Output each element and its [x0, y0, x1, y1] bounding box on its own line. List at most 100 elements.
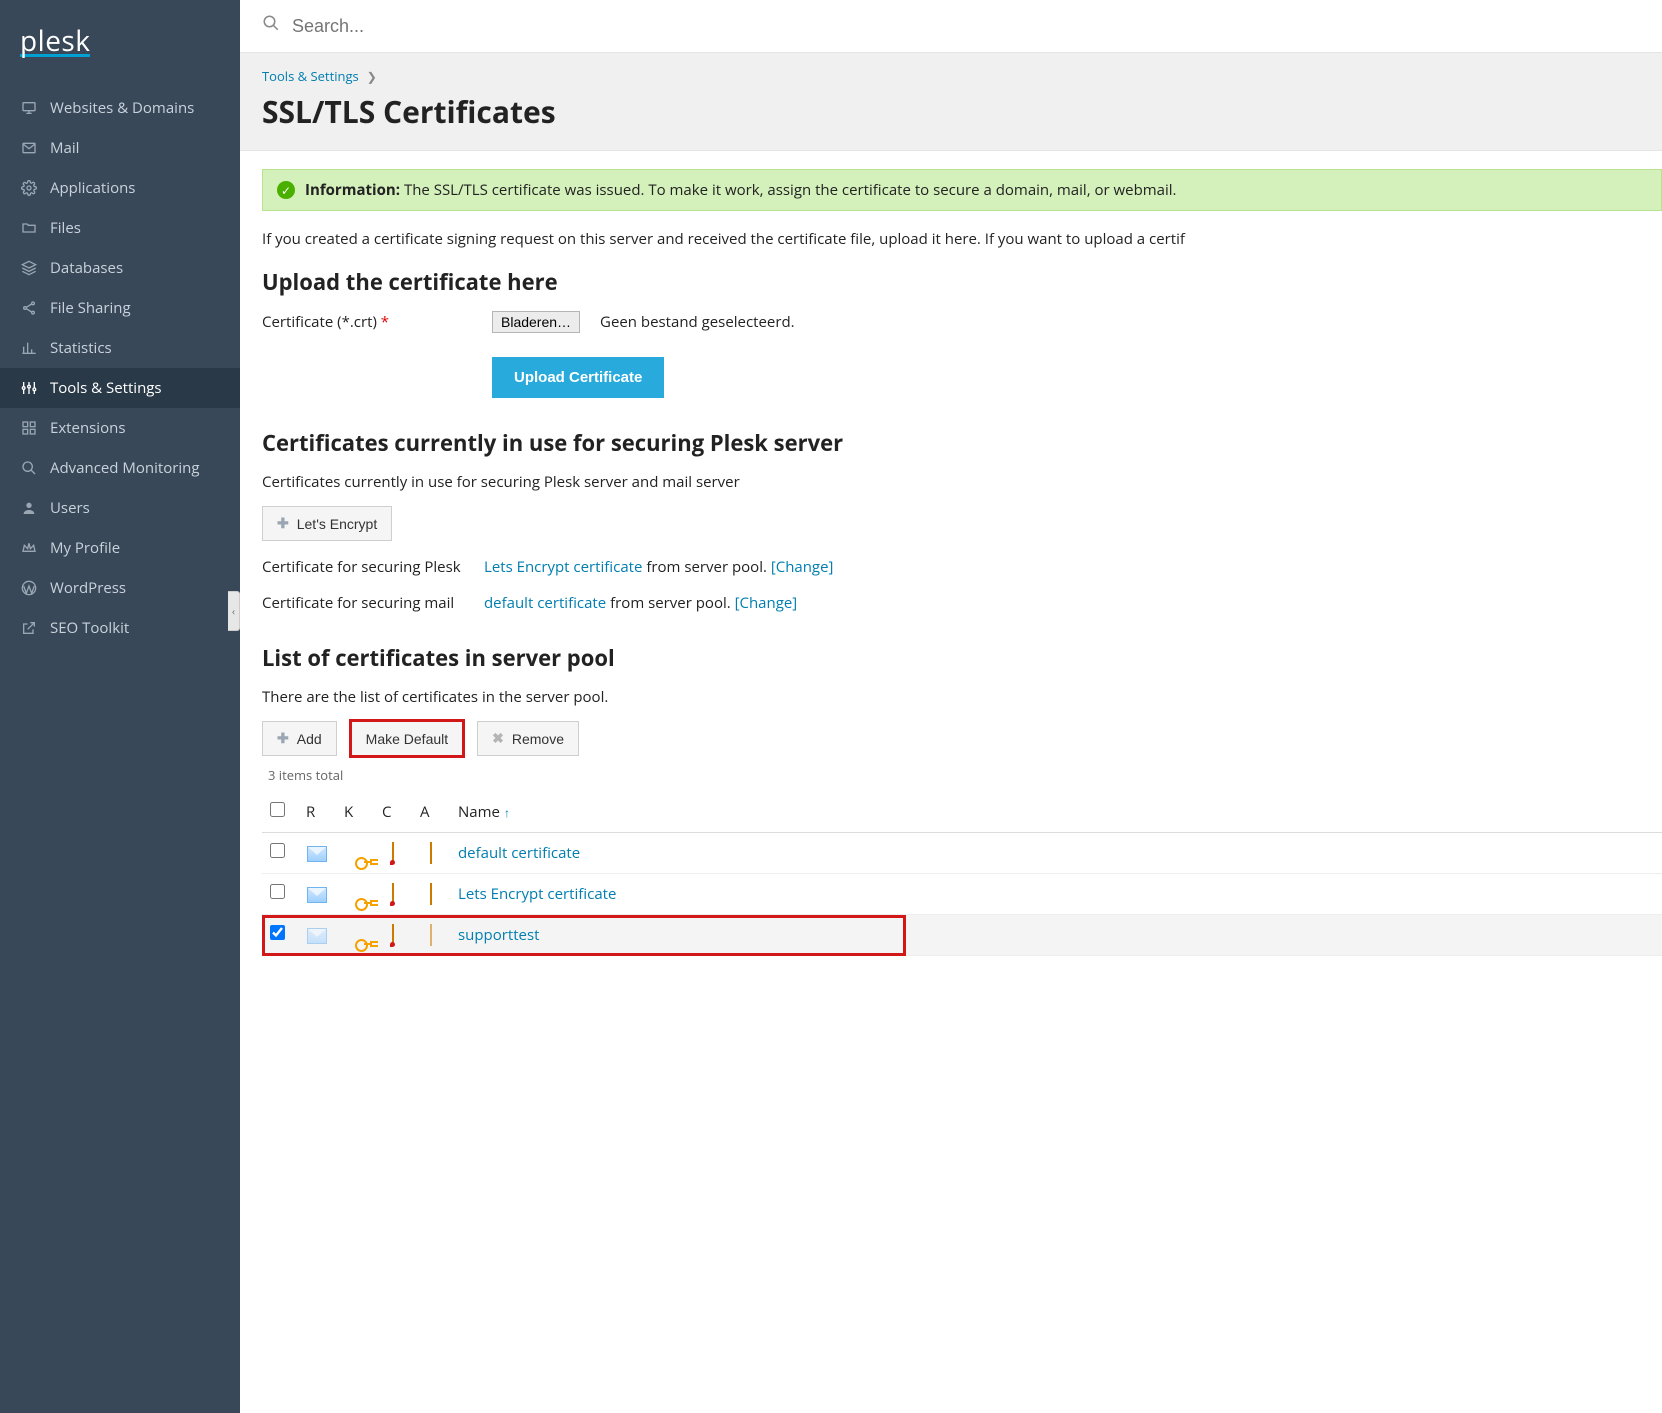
breadcrumb: Tools & Settings ❯: [262, 67, 1640, 85]
sidebar-item-statistics[interactable]: Statistics: [0, 328, 240, 368]
in-use-suffix: from server pool.: [610, 593, 731, 613]
change-link[interactable]: [Change]: [735, 593, 798, 613]
cert-link[interactable]: Lets Encrypt certificate: [484, 557, 642, 577]
sidebar-collapse-handle[interactable]: ‹: [228, 591, 240, 631]
search-bar: [240, 0, 1662, 53]
sidebar-item-mail[interactable]: Mail: [0, 128, 240, 168]
sidebar-item-wordpress[interactable]: WordPress: [0, 568, 240, 608]
x-icon: ✖: [492, 730, 504, 747]
chart-icon: [20, 339, 38, 357]
share-icon: [20, 299, 38, 317]
plus-icon: ✚: [277, 730, 289, 747]
certificate-plain-icon: [430, 924, 432, 946]
sidebar-item-applications[interactable]: Applications: [0, 168, 240, 208]
col-r[interactable]: R: [298, 792, 336, 833]
cert-name-link[interactable]: supporttest: [458, 925, 539, 945]
sidebar-item-advanced-monitoring[interactable]: Advanced Monitoring: [0, 448, 240, 488]
certificate-plain-icon: [430, 842, 432, 864]
magnify-icon: [20, 459, 38, 477]
sidebar-item-users[interactable]: Users: [0, 488, 240, 528]
envelope-icon: [307, 887, 327, 903]
row-checkbox[interactable]: [270, 884, 285, 899]
sidebar-item-label: WordPress: [50, 578, 126, 598]
sort-asc-icon: ↑: [504, 804, 510, 821]
upload-heading: Upload the certificate here: [262, 267, 1662, 297]
info-alert: ✓ Information: The SSL/TLS certificate w…: [262, 169, 1662, 211]
grid-icon: [20, 419, 38, 437]
certificate-icon: [392, 883, 394, 905]
certificate-plain-icon: [430, 883, 432, 905]
logo: plesk: [0, 0, 240, 88]
in-use-heading: Certificates currently in use for securi…: [262, 428, 1662, 458]
sidebar-item-my-profile[interactable]: My Profile: [0, 528, 240, 568]
row-checkbox[interactable]: [270, 925, 285, 940]
sidebar-item-label: Databases: [50, 258, 123, 278]
table-row: default certificate: [262, 833, 1662, 874]
sliders-icon: [20, 379, 38, 397]
upload-certificate-button[interactable]: Upload Certificate: [492, 357, 664, 398]
in-use-suffix: from server pool.: [646, 557, 767, 577]
col-k[interactable]: K: [336, 792, 374, 833]
external-icon: [20, 619, 38, 637]
stack-icon: [20, 259, 38, 277]
search-icon: [262, 14, 280, 38]
remove-button[interactable]: ✖ Remove: [477, 721, 579, 756]
sidebar-item-label: Advanced Monitoring: [50, 458, 200, 478]
sidebar-item-tools-settings[interactable]: Tools & Settings: [0, 368, 240, 408]
wp-icon: [20, 579, 38, 597]
check-circle-icon: ✓: [277, 181, 295, 199]
sidebar-item-label: Mail: [50, 138, 79, 158]
select-all-checkbox[interactable]: [270, 802, 285, 817]
mail-icon: [20, 139, 38, 157]
page-title: SSL/TLS Certificates: [262, 91, 1640, 132]
sidebar-item-label: Statistics: [50, 338, 112, 358]
sidebar-item-label: SEO Toolkit: [50, 618, 129, 638]
content: ‹ ✓ Information: The SSL/TLS certificate…: [240, 151, 1662, 986]
gear-icon: [20, 179, 38, 197]
envelope-icon: [307, 846, 327, 862]
plus-icon: ✚: [277, 515, 289, 532]
cert-table: R K C A Name↑ default certificate Lets En…: [262, 792, 1662, 956]
sidebar-item-label: My Profile: [50, 538, 120, 558]
sidebar-item-seo-toolkit[interactable]: SEO Toolkit: [0, 608, 240, 648]
sidebar-item-extensions[interactable]: Extensions: [0, 408, 240, 448]
add-button[interactable]: ✚ Add: [262, 721, 337, 756]
change-link[interactable]: [Change]: [771, 557, 834, 577]
make-default-button[interactable]: Make Default: [351, 721, 463, 756]
envelope-icon: [307, 928, 327, 944]
row-checkbox[interactable]: [270, 843, 285, 858]
alert-prefix: Information:: [305, 180, 400, 200]
lets-encrypt-button[interactable]: ✚ Let's Encrypt: [262, 506, 392, 541]
certificate-icon: [392, 842, 394, 864]
sidebar-item-label: File Sharing: [50, 298, 131, 318]
cert-name-link[interactable]: default certificate: [458, 843, 580, 863]
cert-name-link[interactable]: Lets Encrypt certificate: [458, 884, 616, 904]
in-use-label: Certificate for securing Plesk: [262, 557, 472, 577]
col-c[interactable]: C: [374, 792, 412, 833]
search-input[interactable]: [292, 16, 1640, 37]
sidebar-item-files[interactable]: Files: [0, 208, 240, 248]
cert-link[interactable]: default certificate: [484, 593, 606, 613]
sidebar-item-label: Websites & Domains: [50, 98, 194, 118]
breadcrumb-parent[interactable]: Tools & Settings: [262, 67, 359, 85]
folder-icon: [20, 219, 38, 237]
user-icon: [20, 499, 38, 517]
intro-text: If you created a certificate signing req…: [262, 229, 1662, 249]
sidebar-item-file-sharing[interactable]: File Sharing: [0, 288, 240, 328]
in-use-sub: Certificates currently in use for securi…: [262, 472, 1662, 492]
browse-button[interactable]: Bladeren…: [492, 311, 580, 333]
pool-toolbar: ✚ Add Make Default ✖ Remove: [262, 721, 1662, 756]
col-name[interactable]: Name↑: [450, 792, 1662, 833]
alert-text: The SSL/TLS certificate was issued. To m…: [404, 180, 1177, 200]
sidebar-item-websites-domains[interactable]: Websites & Domains: [0, 88, 240, 128]
table-row: Lets Encrypt certificate: [262, 874, 1662, 915]
items-total: 3 items total: [268, 766, 1662, 784]
sidebar-item-label: Applications: [50, 178, 135, 198]
col-a[interactable]: A: [412, 792, 450, 833]
crown-icon: [20, 539, 38, 557]
sidebar-item-databases[interactable]: Databases: [0, 248, 240, 288]
in-use-row: Certificate for securing maildefault cer…: [262, 593, 1662, 613]
main: Tools & Settings ❯ SSL/TLS Certificates …: [240, 0, 1662, 1413]
file-status: Geen bestand geselecteerd.: [600, 312, 795, 332]
monitor-icon: [20, 99, 38, 117]
